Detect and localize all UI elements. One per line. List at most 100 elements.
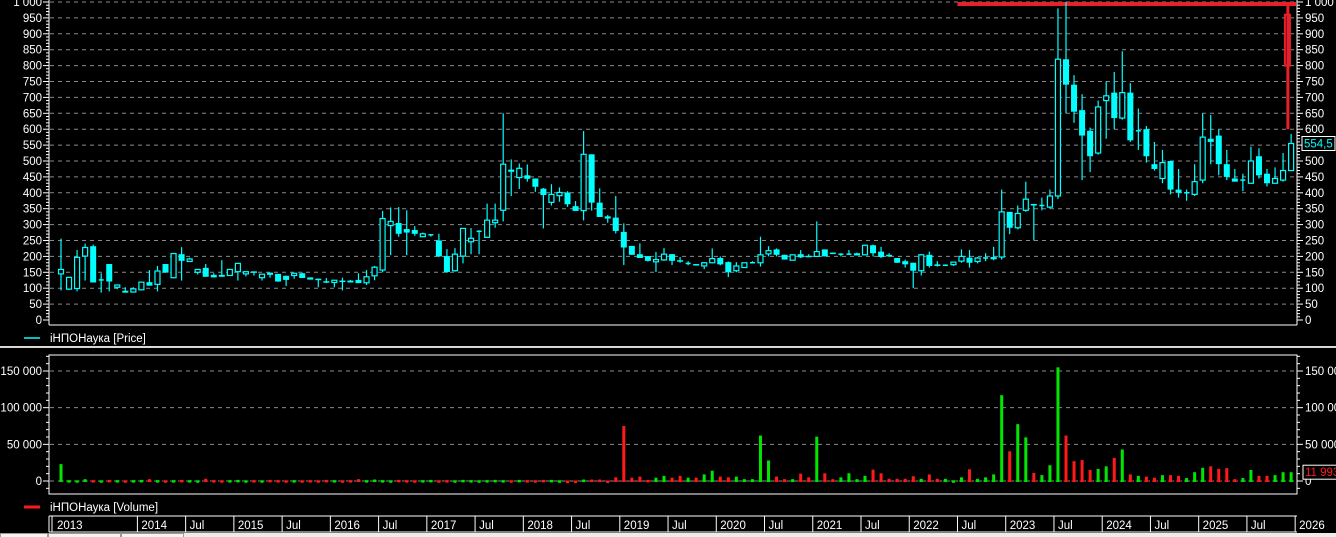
candle-body-up xyxy=(765,250,772,255)
price-candle xyxy=(861,244,869,256)
candle-body-up xyxy=(387,220,394,227)
candle-body-down xyxy=(1215,135,1222,165)
candle-body-down xyxy=(1087,130,1094,157)
candle-body-down xyxy=(1167,161,1174,190)
candle-body-down xyxy=(403,229,410,233)
time-axis-label: 2019 xyxy=(624,520,650,532)
volume-tick-label-right: 100 000 xyxy=(1305,403,1336,415)
candle-body-down xyxy=(146,282,153,286)
candle-body-up xyxy=(1191,181,1198,195)
sheet-tabs-bar xyxy=(0,533,1336,537)
candle-body-down xyxy=(323,281,330,283)
candle-body-down xyxy=(524,175,531,179)
candle-body-down xyxy=(178,254,185,261)
volume-bar xyxy=(1112,457,1116,482)
candle-body-down xyxy=(1255,156,1262,176)
volume-bar xyxy=(1072,461,1076,482)
candle-body-down xyxy=(347,280,354,283)
price-tick-label-right: 1 000 xyxy=(1305,0,1334,9)
price-candle xyxy=(162,264,169,273)
candle-body-up xyxy=(492,219,499,224)
candle-body-up xyxy=(853,253,861,256)
candle-body-up xyxy=(226,268,233,277)
price-candle xyxy=(821,249,828,257)
volume-bar xyxy=(815,436,819,482)
candle-body-up xyxy=(242,271,250,275)
candle-body-up xyxy=(1159,161,1166,180)
price-candle xyxy=(1167,161,1174,195)
candle-body-down xyxy=(870,245,877,254)
price-candle xyxy=(1095,100,1102,155)
candle-body-down xyxy=(508,169,515,172)
time-axis-label: 2021 xyxy=(817,520,843,532)
candle-body-down xyxy=(1063,59,1069,85)
price-candle xyxy=(307,277,314,280)
candle-body-up xyxy=(1119,92,1126,119)
candle-body-up xyxy=(733,265,740,272)
candle-body-up xyxy=(500,163,507,211)
price-tick-label-left: 700 xyxy=(23,92,42,104)
time-axis-label: Jul xyxy=(1251,520,1266,532)
candle-body-up xyxy=(1014,212,1021,229)
price-tick-label-left: 450 xyxy=(23,172,42,184)
time-axis-label: Jul xyxy=(1058,520,1073,532)
price-candle xyxy=(829,252,836,255)
time-axis-label: 2020 xyxy=(720,520,746,532)
candle-body-up xyxy=(1095,106,1102,154)
price-tick-label-right: 300 xyxy=(1305,220,1324,232)
candle-body-up xyxy=(82,246,89,257)
price-candle xyxy=(226,268,233,277)
price-candle xyxy=(942,264,948,267)
candle-body-up xyxy=(709,258,716,264)
candle-body-up xyxy=(65,276,73,290)
candle-body-down xyxy=(596,202,603,217)
candle-body-down xyxy=(636,254,643,258)
candle-body-down xyxy=(829,252,836,255)
candle-body-down xyxy=(604,216,611,219)
volume-bar xyxy=(1096,468,1100,482)
candle-body-down xyxy=(669,254,676,261)
candle-body-up xyxy=(114,284,121,288)
panel-separator[interactable] xyxy=(0,346,1336,348)
price-tick-label-left: 200 xyxy=(23,251,42,263)
candle-body-down xyxy=(1006,211,1013,228)
candle-body-down xyxy=(902,261,909,265)
volume-bar xyxy=(1048,465,1052,482)
sheet-tab-2[interactable] xyxy=(48,533,121,537)
candle-body-up xyxy=(73,256,81,290)
price-candle xyxy=(275,273,282,282)
candle-body-down xyxy=(355,279,362,284)
volume-bar xyxy=(935,478,939,482)
candle-body-down xyxy=(620,231,627,248)
candle-body-down xyxy=(693,264,700,266)
price-tick-label-left: 50 xyxy=(29,299,42,311)
candle-body-up xyxy=(234,262,241,273)
sheet-tab-3[interactable] xyxy=(121,533,184,537)
volume-bar xyxy=(622,426,626,482)
volume-bar xyxy=(1225,468,1229,482)
candle-body-up xyxy=(258,273,266,279)
candle-body-down xyxy=(1071,84,1078,112)
candle-body-up xyxy=(1279,169,1287,181)
candle-body-up xyxy=(998,211,1005,258)
candle-body-down xyxy=(106,264,113,282)
candle-body-up xyxy=(1054,58,1062,197)
volume-bar xyxy=(1056,367,1060,482)
volume-bar xyxy=(1016,424,1020,482)
candle-body-up xyxy=(516,167,523,179)
price-tick-label-right: 500 xyxy=(1305,156,1324,168)
time-axis-label: 2017 xyxy=(431,520,457,532)
candle-body-up xyxy=(467,237,475,243)
price-tick-label-left: 900 xyxy=(23,29,42,41)
volume-bar xyxy=(887,478,891,482)
price-tick-label-left: 800 xyxy=(23,61,42,73)
volume-bar xyxy=(968,469,972,482)
candle-body-down xyxy=(628,245,635,255)
candle-body-down xyxy=(878,251,885,258)
price-tick-label-right: 950 xyxy=(1305,13,1324,25)
price-tick-label-left: 100 xyxy=(23,283,42,295)
time-axis-label: Jul xyxy=(1154,520,1169,532)
candle-body-up xyxy=(556,191,563,197)
price-candle xyxy=(741,262,748,269)
sheet-tab-1[interactable] xyxy=(0,533,48,537)
